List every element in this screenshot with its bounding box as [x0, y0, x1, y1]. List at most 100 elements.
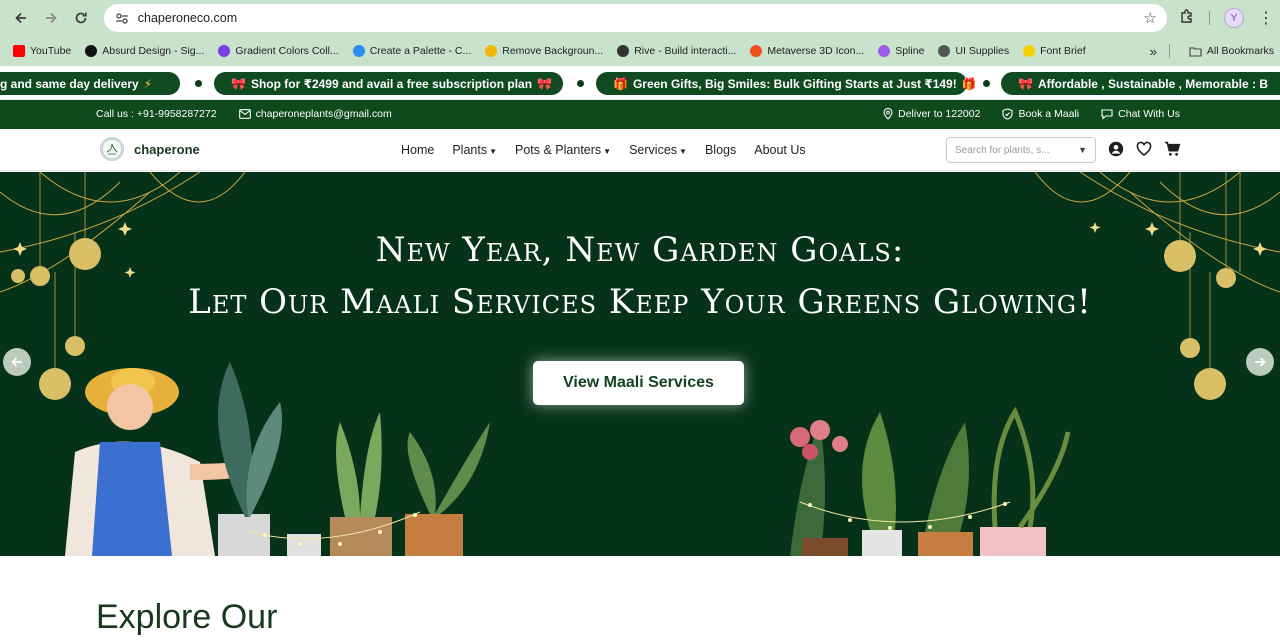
site-settings-icon[interactable] [114, 10, 130, 26]
nav-label: Plants [452, 143, 488, 157]
search-placeholder: Search for plants, s... [955, 144, 1050, 156]
chat-link[interactable]: Chat With Us [1101, 108, 1180, 120]
bookmarks-bar: YouTube Absurd Design - Sig... Gradient Co… [0, 36, 1280, 66]
bookmark-favicon-icon [617, 45, 630, 57]
bookmark-label: UI Supplies [955, 45, 1010, 57]
deliver-to-text: Deliver to 122002 [898, 108, 981, 120]
reload-icon[interactable] [66, 3, 96, 33]
bookmark-item[interactable]: UI Supplies [931, 45, 1016, 57]
logo-emblem [100, 137, 124, 161]
hero-title-line1: New Year, New Garden Goals: [375, 230, 905, 270]
bookmark-label: Remove Backgroun... [502, 45, 604, 57]
bookmark-item[interactable]: Metaverse 3D Icon... [743, 45, 871, 57]
profile-avatar[interactable]: Y [1224, 8, 1244, 28]
bookmark-item[interactable]: Create a Palette - C... [346, 45, 479, 57]
hero-title-line2: Let Our Maali Services Keep Your Greens … [188, 282, 1092, 322]
marquee-text: g and same day delivery [0, 76, 139, 91]
location-pin-icon [883, 108, 893, 120]
email-link[interactable]: chaperoneplants@gmail.com [238, 108, 392, 120]
book-maali-link[interactable]: Book a Maali [1002, 108, 1079, 120]
bookmark-label: Gradient Colors Coll... [235, 45, 339, 57]
wishlist-heart-icon[interactable] [1136, 141, 1152, 162]
address-bar[interactable]: chaperoneco.com ☆ [103, 4, 1167, 32]
bookmark-label: Absurd Design - Sig... [102, 45, 205, 57]
logo-text: chaperone [134, 141, 200, 157]
extensions-icon[interactable] [1179, 8, 1195, 29]
carousel-prev-icon[interactable] [3, 348, 31, 376]
mail-icon [238, 109, 251, 119]
announcement-marquee: g and same day delivery ⚡ 🎀 Shop for ₹24… [0, 66, 1280, 100]
ribbon-icon: 🎀 [537, 76, 552, 91]
lightning-icon: ⚡ [143, 76, 153, 91]
contact-info-bar: Call us : +91-9958287272 chaperoneplants… [0, 100, 1280, 129]
gift-icon: 🎁 [961, 76, 977, 91]
nav-item-pots-planters[interactable]: Pots & Planters ▼ [515, 143, 611, 157]
bookmarks-overflow: » All Bookmarks [1150, 44, 1274, 59]
view-maali-services-button[interactable]: View Maali Services [533, 361, 744, 405]
bookmark-label: Font Brief [1040, 45, 1086, 57]
bookmark-favicon-icon [750, 45, 763, 57]
url-text: chaperoneco.com [137, 11, 238, 25]
caret-down-icon: ▼ [679, 147, 687, 156]
all-bookmarks-button[interactable]: All Bookmarks [1182, 45, 1274, 57]
bookmark-item[interactable]: YouTube [6, 45, 78, 57]
call-us-link[interactable]: Call us : +91-9958287272 [96, 108, 217, 120]
marquee-text: Affordable , Sustainable , Memorable : B [1037, 76, 1268, 91]
bookmark-item[interactable]: Absurd Design - Sig... [78, 45, 211, 57]
all-bookmarks-label: All Bookmarks [1206, 45, 1274, 57]
marquee-item[interactable]: 🎁 Green Gifts, Big Smiles: Bulk Gifting … [596, 72, 977, 95]
nav-item-plants[interactable]: Plants ▼ [452, 143, 497, 157]
bookmark-label: Create a Palette - C... [369, 45, 472, 57]
nav-item-blogs[interactable]: Blogs [705, 143, 736, 157]
nav-label: About Us [754, 143, 806, 157]
marquee-text: Green Gifts, Big Smiles: Bulk Gifting St… [632, 76, 957, 91]
search-input[interactable]: Search for plants, s... ▼ [946, 137, 1096, 163]
ribbon-icon: 🎀 [1018, 76, 1033, 91]
nav-label: Pots & Planters [515, 143, 602, 157]
site-header: chaperone Home Plants ▼ Pots & Planters ▼ Ser… [0, 129, 1280, 171]
browser-toolbar: chaperoneco.com ☆ Y ⋮ [0, 0, 1280, 36]
bookmark-item[interactable]: Spline [871, 45, 931, 57]
shopping-cart-icon[interactable] [1164, 141, 1181, 162]
more-bookmarks-icon[interactable]: » [1150, 44, 1157, 59]
marquee-item[interactable]: g and same day delivery ⚡ [0, 72, 180, 95]
main-navigation: Home Plants ▼ Pots & Planters ▼ Services ▼ Blog… [401, 143, 806, 157]
nav-label: Home [401, 143, 435, 157]
marquee-item[interactable]: 🎀 Affordable , Sustainable , Memorable :… [1001, 72, 1280, 95]
bookmark-item[interactable]: Gradient Colors Coll... [211, 45, 345, 57]
marquee-separator [983, 80, 990, 87]
nav-item-about-us[interactable]: About Us [754, 143, 805, 157]
bookmark-favicon-icon [218, 45, 231, 57]
back-icon[interactable] [6, 3, 36, 33]
bookmark-list: YouTube Absurd Design - Sig... Gradient Co… [6, 45, 1093, 57]
book-maali-text: Book a Maali [1018, 108, 1080, 120]
bookmark-label: Spline [895, 45, 925, 57]
marquee-separator [195, 80, 202, 87]
chat-bubble-icon [1101, 109, 1113, 120]
bookmark-item[interactable]: Font Brief [1016, 45, 1093, 57]
bookmark-favicon-icon [85, 45, 98, 57]
marquee-separator [577, 80, 584, 87]
nav-item-services[interactable]: Services ▼ [629, 143, 687, 157]
contact-right: Deliver to 122002 Book a Maali Chat With… [883, 108, 1180, 120]
bookmarks-divider [1168, 44, 1170, 58]
bookmark-item[interactable]: Rive - Build interacti... [610, 45, 743, 57]
user-account-icon[interactable] [1108, 141, 1124, 162]
site-logo[interactable]: chaperone [100, 137, 200, 161]
caret-down-icon: ▼ [489, 147, 498, 156]
ribbon-icon: 🎀 [231, 76, 246, 91]
forward-icon[interactable] [36, 3, 66, 33]
deliver-to-link[interactable]: Deliver to 122002 [883, 108, 980, 120]
bookmark-label: Metaverse 3D Icon... [767, 45, 865, 57]
bookmark-favicon-icon [1023, 45, 1036, 57]
menu-kebab-icon[interactable]: ⋮ [1258, 8, 1274, 28]
bookmark-favicon-icon [938, 45, 951, 57]
nav-item-home[interactable]: Home [401, 143, 434, 157]
search-dropdown-icon[interactable]: ▼ [1078, 145, 1087, 155]
hero-banner: New Year, New Garden Goals: Let Our Maal… [0, 172, 1280, 556]
bookmark-star-icon[interactable]: ☆ [1144, 9, 1157, 27]
marquee-item[interactable]: 🎀 Shop for ₹2499 and avail a free subscr… [214, 72, 563, 95]
bookmark-item[interactable]: Remove Backgroun... [478, 45, 610, 57]
carousel-next-icon[interactable] [1246, 348, 1274, 376]
bookmark-label: Rive - Build interacti... [634, 45, 737, 57]
